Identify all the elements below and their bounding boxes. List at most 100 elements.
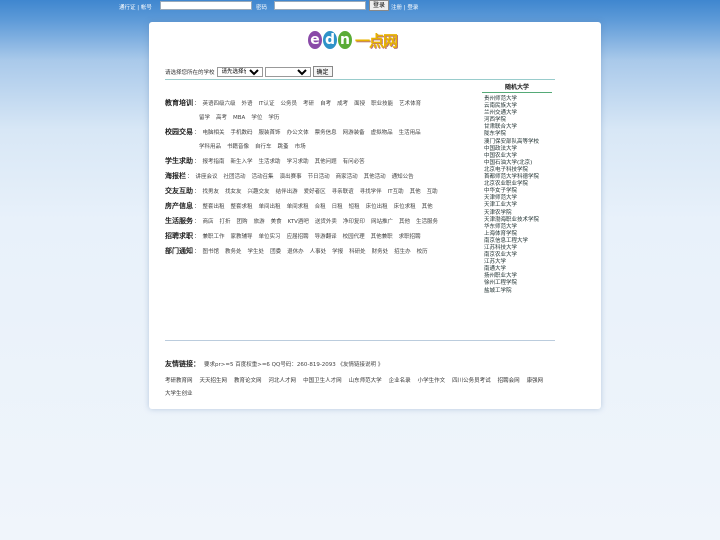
- category-link[interactable]: 学习求助: [287, 157, 309, 165]
- category-link[interactable]: 电脑相关: [203, 128, 225, 136]
- category-link[interactable]: 教务处: [225, 247, 242, 255]
- category-link[interactable]: 兼职工作: [203, 232, 225, 240]
- category-link[interactable]: 手机数码: [231, 128, 253, 136]
- category-link[interactable]: IT互助: [388, 187, 404, 195]
- category-link[interactable]: MBA: [233, 115, 245, 121]
- university-link[interactable]: 天津工业大学: [482, 202, 552, 209]
- category-link[interactable]: 应届招聘: [287, 232, 309, 240]
- category-link[interactable]: 职业技能: [371, 99, 393, 107]
- friend-link[interactable]: 天天招生网: [200, 375, 228, 388]
- category-link[interactable]: 生活用品: [399, 128, 421, 136]
- category-link[interactable]: 票务信息: [315, 128, 337, 136]
- friend-link[interactable]: 小学生作文: [418, 375, 446, 388]
- category-link[interactable]: 生活服务: [416, 217, 438, 225]
- university-link[interactable]: 北京电子科技学院: [482, 167, 552, 174]
- category-link[interactable]: 其他: [410, 187, 421, 195]
- university-link[interactable]: 中国石油大学(北京): [482, 160, 552, 167]
- friend-link[interactable]: 康强网: [527, 375, 544, 388]
- friend-link[interactable]: 教育论文网: [234, 375, 262, 388]
- friend-link[interactable]: 四川公务员考试: [452, 375, 491, 388]
- university-link[interactable]: 华东师范大学: [482, 224, 552, 231]
- category-link[interactable]: 寻亲联谊: [332, 187, 354, 195]
- category-title[interactable]: 学生求助: [165, 156, 193, 166]
- category-link[interactable]: 图书馆: [203, 247, 220, 255]
- category-link[interactable]: 成考: [337, 99, 348, 107]
- category-link[interactable]: 床位求租: [394, 202, 416, 210]
- category-link[interactable]: 服装首饰: [259, 128, 281, 136]
- category-link[interactable]: 演出赛事: [280, 172, 302, 180]
- university-link[interactable]: 中国农业大学: [482, 153, 552, 160]
- category-link[interactable]: 校园代理: [343, 232, 365, 240]
- category-link[interactable]: 送货外卖: [315, 217, 337, 225]
- confirm-school-button[interactable]: 确定: [312, 66, 333, 77]
- category-link[interactable]: 结伴出游: [276, 187, 298, 195]
- category-title[interactable]: 部门通知: [165, 246, 193, 256]
- friend-link[interactable]: 招聘会网: [498, 375, 520, 388]
- category-link[interactable]: 校历: [417, 247, 428, 255]
- category-link[interactable]: 其他: [399, 217, 410, 225]
- category-link[interactable]: 自行车: [255, 142, 272, 150]
- university-link[interactable]: 陇东学院: [482, 131, 552, 138]
- friend-link[interactable]: 大学生创业: [165, 388, 193, 401]
- password-input[interactable]: [274, 1, 366, 10]
- category-link[interactable]: 找女友: [225, 187, 242, 195]
- category-link[interactable]: 净印复印: [343, 217, 365, 225]
- category-link[interactable]: 公务员: [281, 99, 298, 107]
- category-link[interactable]: 学位: [251, 113, 262, 121]
- category-link[interactable]: 爱好者区: [304, 187, 326, 195]
- category-link[interactable]: 打折: [220, 217, 231, 225]
- friend-link[interactable]: 企业名录: [389, 375, 411, 388]
- category-link[interactable]: 其他兼职: [371, 232, 393, 240]
- category-link[interactable]: 合租: [315, 202, 326, 210]
- category-link[interactable]: 学历: [268, 113, 279, 121]
- category-link[interactable]: 节日活动: [308, 172, 330, 180]
- school-select[interactable]: [264, 66, 311, 77]
- category-link[interactable]: 找男友: [203, 187, 220, 195]
- category-link[interactable]: 招生办: [394, 247, 411, 255]
- site-logo[interactable]: e d n 一点网: [307, 28, 417, 52]
- province-select[interactable]: 请先选择省份: [216, 66, 263, 77]
- category-link[interactable]: 其他问题: [315, 157, 337, 165]
- category-link[interactable]: IT认证: [259, 99, 275, 107]
- category-link[interactable]: 单位实习: [259, 232, 281, 240]
- category-link[interactable]: 商店: [203, 217, 214, 225]
- university-link[interactable]: 中国政法大学: [482, 146, 552, 153]
- category-link[interactable]: 生活求助: [259, 157, 281, 165]
- account-input[interactable]: [160, 1, 252, 10]
- category-link[interactable]: 退休办: [287, 247, 304, 255]
- register-link[interactable]: 注册 | 登录: [391, 3, 418, 11]
- category-link[interactable]: 通知公告: [392, 172, 414, 180]
- category-link[interactable]: 考研: [303, 99, 314, 107]
- category-link[interactable]: 导游翻译: [315, 232, 337, 240]
- category-link[interactable]: 人事处: [310, 247, 327, 255]
- friend-link[interactable]: 考研教育网: [165, 375, 193, 388]
- category-link[interactable]: 讲座会议: [196, 172, 218, 180]
- category-link[interactable]: 市场: [295, 142, 306, 150]
- university-link[interactable]: 上海体育学院: [482, 231, 552, 238]
- university-link[interactable]: 徐州工程学院: [482, 280, 552, 287]
- friend-link[interactable]: 山东师范大学: [349, 375, 382, 388]
- category-link[interactable]: KTV酒吧: [288, 217, 309, 225]
- category-link[interactable]: 家教辅导: [231, 232, 253, 240]
- category-link[interactable]: 单间求租: [287, 202, 309, 210]
- category-title[interactable]: 交友互助: [165, 186, 193, 196]
- category-link[interactable]: 外语: [242, 99, 253, 107]
- category-link[interactable]: 科研处: [349, 247, 366, 255]
- category-link[interactable]: 艺术体育: [399, 99, 421, 107]
- university-link[interactable]: 江苏科技大学: [482, 245, 552, 252]
- category-link[interactable]: 新生入学: [231, 157, 253, 165]
- category-link[interactable]: 美食: [271, 217, 282, 225]
- category-link[interactable]: 整套求租: [231, 202, 253, 210]
- category-link[interactable]: 求职招聘: [399, 232, 421, 240]
- category-link[interactable]: 整套出租: [203, 202, 225, 210]
- category-title[interactable]: 校园交易: [165, 127, 193, 137]
- category-link[interactable]: 学报: [332, 247, 343, 255]
- category-title[interactable]: 房产信息: [165, 201, 193, 211]
- category-link[interactable]: 英语四级六级: [203, 99, 236, 107]
- login-button[interactable]: 登录: [369, 0, 390, 11]
- category-link[interactable]: 高考: [216, 113, 227, 121]
- category-link[interactable]: 寻找学伴: [360, 187, 382, 195]
- category-link[interactable]: 学生处: [248, 247, 265, 255]
- category-link[interactable]: 其他活动: [364, 172, 386, 180]
- category-link[interactable]: 书籍音像: [227, 142, 249, 150]
